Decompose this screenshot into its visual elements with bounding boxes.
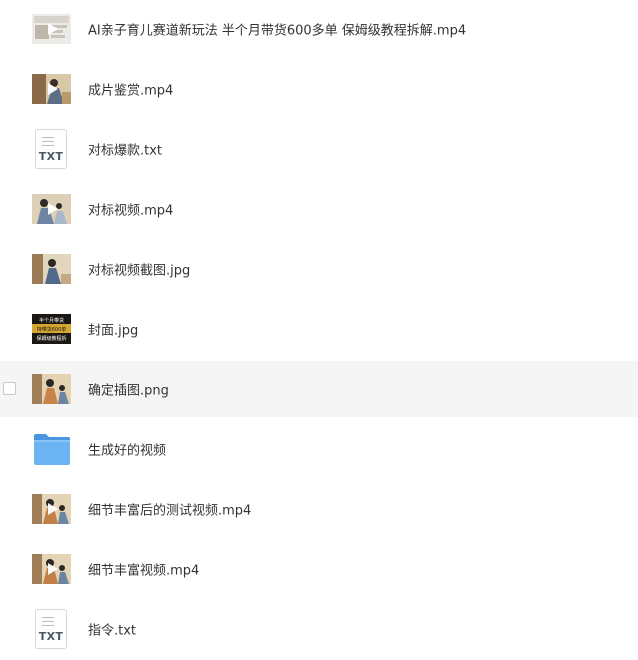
file-name: 细节丰富视频.mp4 [88, 563, 200, 579]
file-name: 封面.jpg [88, 323, 139, 339]
file-row[interactable]: 细节丰富后的测试视频.mp4 [0, 481, 638, 537]
file-row[interactable]: 对标视频.mp4 [0, 181, 638, 237]
file-row[interactable]: 确定插图.png [0, 361, 638, 417]
file-row[interactable]: 生成好的视频 [0, 421, 638, 477]
video-thumbnail-icon [32, 14, 71, 44]
video-thumbnail-icon [32, 194, 71, 224]
file-row[interactable]: 细节丰富视频.mp4 [0, 541, 638, 597]
file-row[interactable]: 半个月带货 持带货600单 保姆级教程拆 封面.jpg [0, 301, 638, 357]
file-row[interactable]: AI亲子育儿赛道新玩法 半个月带货600多单 保姆级教程拆解.mp4 [0, 1, 638, 57]
file-row[interactable]: 成片鉴赏.mp4 [0, 61, 638, 117]
image-thumbnail-icon: 半个月带货 持带货600单 保姆级教程拆 [32, 314, 71, 344]
file-row[interactable]: TXT 对标爆款.txt [0, 121, 638, 177]
play-icon [47, 203, 58, 215]
play-icon [47, 563, 58, 575]
file-name: AI亲子育儿赛道新玩法 半个月带货600多单 保姆级教程拆解.mp4 [88, 23, 467, 39]
video-thumbnail-icon [32, 494, 71, 524]
file-list: AI亲子育儿赛道新玩法 半个月带货600多单 保姆级教程拆解.mp4 成片鉴赏.… [0, 0, 638, 660]
file-row[interactable]: 对标视频截图.jpg [0, 241, 638, 297]
svg-text:保姆级教程拆: 保姆级教程拆 [36, 335, 66, 342]
file-name: 细节丰富后的测试视频.mp4 [88, 503, 252, 519]
image-thumbnail-icon [32, 374, 71, 404]
play-icon [47, 503, 58, 515]
svg-text:半个月带货: 半个月带货 [39, 317, 64, 324]
row-checkbox[interactable] [3, 382, 16, 395]
file-name: 指令.txt [88, 623, 137, 639]
svg-text:持带货600单: 持带货600单 [37, 326, 67, 333]
txt-file-icon: TXT [35, 609, 67, 649]
file-name: 对标爆款.txt [88, 143, 163, 159]
file-name: 对标视频截图.jpg [88, 263, 191, 279]
file-name: 成片鉴赏.mp4 [88, 83, 174, 99]
video-thumbnail-icon [32, 554, 71, 584]
file-row[interactable]: TXT 指令.txt [0, 601, 638, 657]
folder-name: 生成好的视频 [88, 443, 167, 459]
image-thumbnail-icon [32, 254, 71, 284]
file-name: 确定插图.png [88, 383, 169, 399]
folder-icon [33, 432, 71, 466]
video-thumbnail-icon [32, 74, 71, 104]
txt-file-icon: TXT [35, 129, 67, 169]
play-icon [47, 23, 58, 35]
play-icon [47, 83, 58, 95]
file-name: 对标视频.mp4 [88, 203, 174, 219]
